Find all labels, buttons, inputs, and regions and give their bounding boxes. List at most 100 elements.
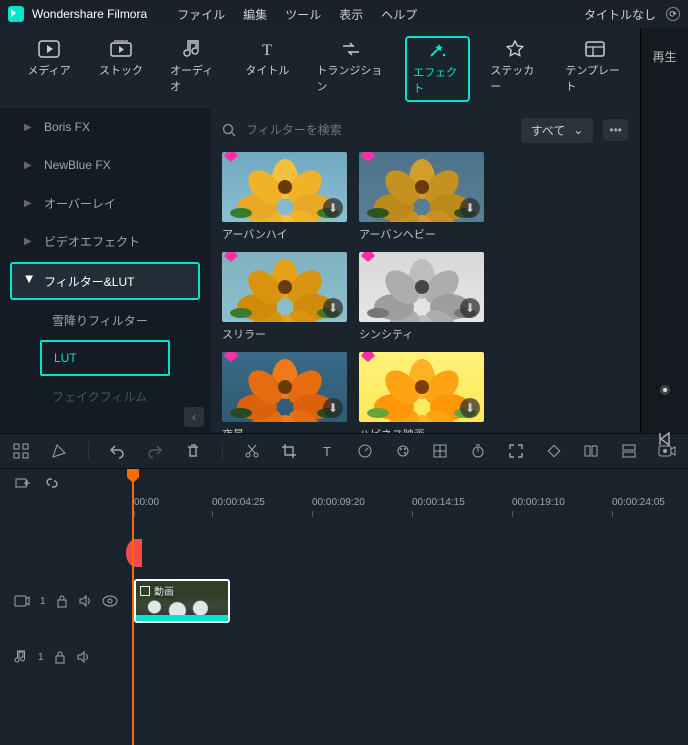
sidebar-sub-fake[interactable]: フェイクフィルム (0, 378, 210, 414)
delete-icon[interactable] (184, 442, 202, 460)
link-icon[interactable] (44, 475, 62, 491)
separator (222, 442, 223, 460)
cut-icon[interactable] (243, 442, 261, 460)
keyframe-icon[interactable] (545, 442, 563, 460)
eye-icon[interactable] (102, 595, 118, 607)
download-icon[interactable]: ⬇ (323, 298, 343, 318)
playhead[interactable] (132, 469, 134, 745)
transition-icon (340, 40, 362, 58)
more-menu[interactable]: ••• (603, 119, 628, 141)
marker-icon[interactable] (582, 442, 600, 460)
lock-icon[interactable] (56, 594, 68, 608)
fullscreen-icon[interactable] (507, 442, 525, 460)
tab-title[interactable]: T タイトル (238, 36, 296, 102)
tab-media-label: メディア (27, 62, 70, 78)
speed-icon[interactable] (356, 442, 374, 460)
undo-icon[interactable] (108, 442, 126, 460)
timeline-header (0, 469, 688, 497)
sidebar-collapse-button[interactable]: ‹ (184, 407, 204, 427)
thumb-nightview[interactable]: ⬇ 夜景 (222, 352, 347, 433)
titlebar: Wondershare Filmora ファイル 編集 ツール 表示 ヘルプ タ… (0, 0, 688, 28)
download-icon[interactable]: ⬇ (460, 298, 480, 318)
thumb-happiness[interactable]: ⬇ ハピネス映画 (359, 352, 484, 433)
tab-audio[interactable]: オーディオ (164, 36, 224, 102)
tab-media[interactable]: メディア (20, 36, 78, 102)
tab-stock[interactable]: ストック (92, 36, 150, 102)
thumb-caption: シンシティ (359, 326, 484, 342)
sidebar-label-videoeffect: ビデオエフェクト (44, 233, 140, 250)
sidebar-label-filterlut: フィルター&LUT (44, 273, 134, 290)
download-icon[interactable]: ⬇ (323, 198, 343, 218)
thumb-urban-heavy[interactable]: ⬇ アーバンヘビー (359, 152, 484, 242)
timeline: 00:00 00:00:04:25 00:00:09:20 00:00:14:1… (0, 469, 688, 745)
video-track: 1 動画 (0, 575, 688, 627)
mute-icon[interactable] (78, 594, 92, 608)
effects-content: すべて⌄ ••• (210, 108, 640, 433)
sidebar-sub-snow[interactable]: 雪降りフィルター (0, 302, 210, 338)
record-icon[interactable] (660, 385, 670, 395)
thumb-caption: アーバンハイ (222, 226, 347, 242)
download-icon[interactable]: ⬇ (323, 398, 343, 418)
menu-view[interactable]: 表示 (339, 6, 363, 23)
search-input[interactable] (246, 123, 511, 137)
thumb-sincity[interactable]: ⬇ シンシティ (359, 252, 484, 342)
menu-file[interactable]: ファイル (177, 6, 225, 23)
timeline-toolbar: T (0, 433, 688, 469)
color-icon[interactable] (394, 442, 412, 460)
sidebar-item-filterlut[interactable]: ▶フィルター&LUT (10, 262, 200, 300)
redo-icon[interactable] (146, 442, 164, 460)
thumb-caption: ハピネス映画 (359, 426, 484, 433)
video-clip[interactable]: 動画 (134, 579, 230, 623)
thumb-urban-high[interactable]: ⬇ アーバンハイ (222, 152, 347, 242)
tab-template[interactable]: テンプレート (559, 36, 630, 102)
menu-tools[interactable]: ツール (285, 6, 321, 23)
download-icon[interactable]: ⬇ (460, 198, 480, 218)
time-ruler[interactable]: 00:00 00:00:04:25 00:00:09:20 00:00:14:1… (130, 497, 688, 523)
tab-effect[interactable]: エフェクト (405, 36, 470, 102)
menubar: ファイル 編集 ツール 表示 ヘルプ (177, 6, 417, 23)
tab-audio-label: オーディオ (170, 62, 218, 94)
sidebar-label-overlay: オーバーレイ (44, 195, 116, 212)
thumb-caption: スリラー (222, 326, 347, 342)
grid-icon[interactable] (431, 442, 449, 460)
text-icon[interactable]: T (318, 442, 336, 460)
scroll-marker[interactable] (126, 539, 142, 567)
title-icon: T (256, 40, 278, 58)
tab-transition-label: トランジション (316, 62, 385, 94)
menu-help[interactable]: ヘルプ (381, 6, 417, 23)
preview-label: 再生 (652, 48, 676, 65)
crop-icon[interactable] (280, 442, 298, 460)
sidebar-item-overlay[interactable]: ▶オーバーレイ (0, 184, 210, 222)
track-icon[interactable] (620, 442, 638, 460)
tab-transition[interactable]: トランジション (310, 36, 391, 102)
effects-sidebar: ▶Boris FX ▶NewBlue FX ▶オーバーレイ ▶ビデオエフェクト … (0, 108, 210, 433)
record-screen-icon[interactable] (658, 442, 676, 460)
timer-icon[interactable] (469, 442, 487, 460)
filter-select[interactable]: すべて⌄ (521, 118, 594, 143)
video-track-number: 1 (40, 596, 46, 607)
sidebar-item-newblue[interactable]: ▶NewBlue FX (0, 146, 210, 184)
add-track-icon[interactable] (14, 475, 32, 491)
info-icon[interactable]: ⟳ (666, 7, 680, 21)
audio-track: 1 (0, 631, 688, 683)
thumb-thriller[interactable]: ⬇ スリラー (222, 252, 347, 342)
selection-tool-icon[interactable] (12, 442, 30, 460)
tab-stock-label: ストック (99, 62, 143, 78)
lock-icon[interactable] (54, 650, 66, 664)
download-icon[interactable]: ⬇ (460, 398, 480, 418)
sidebar-item-boris[interactable]: ▶Boris FX (0, 108, 210, 146)
menu-edit[interactable]: 編集 (243, 6, 267, 23)
premium-icon (224, 352, 240, 368)
search-icon (222, 123, 236, 137)
sidebar-sub-lut[interactable]: LUT (40, 340, 170, 376)
sidebar-item-videoeffect[interactable]: ▶ビデオエフェクト (0, 222, 210, 260)
preview-panel: 再生 (640, 28, 688, 433)
tab-sticker[interactable]: ステッカー (484, 36, 545, 102)
sticker-icon (504, 40, 526, 58)
audio-icon (183, 40, 205, 58)
sidebar-sub-fake-label: フェイクフィルム (52, 388, 147, 405)
tab-sticker-label: ステッカー (490, 62, 539, 94)
mute-icon[interactable] (76, 650, 90, 664)
pen-tool-icon[interactable] (50, 442, 68, 460)
svg-text:T: T (323, 444, 331, 459)
